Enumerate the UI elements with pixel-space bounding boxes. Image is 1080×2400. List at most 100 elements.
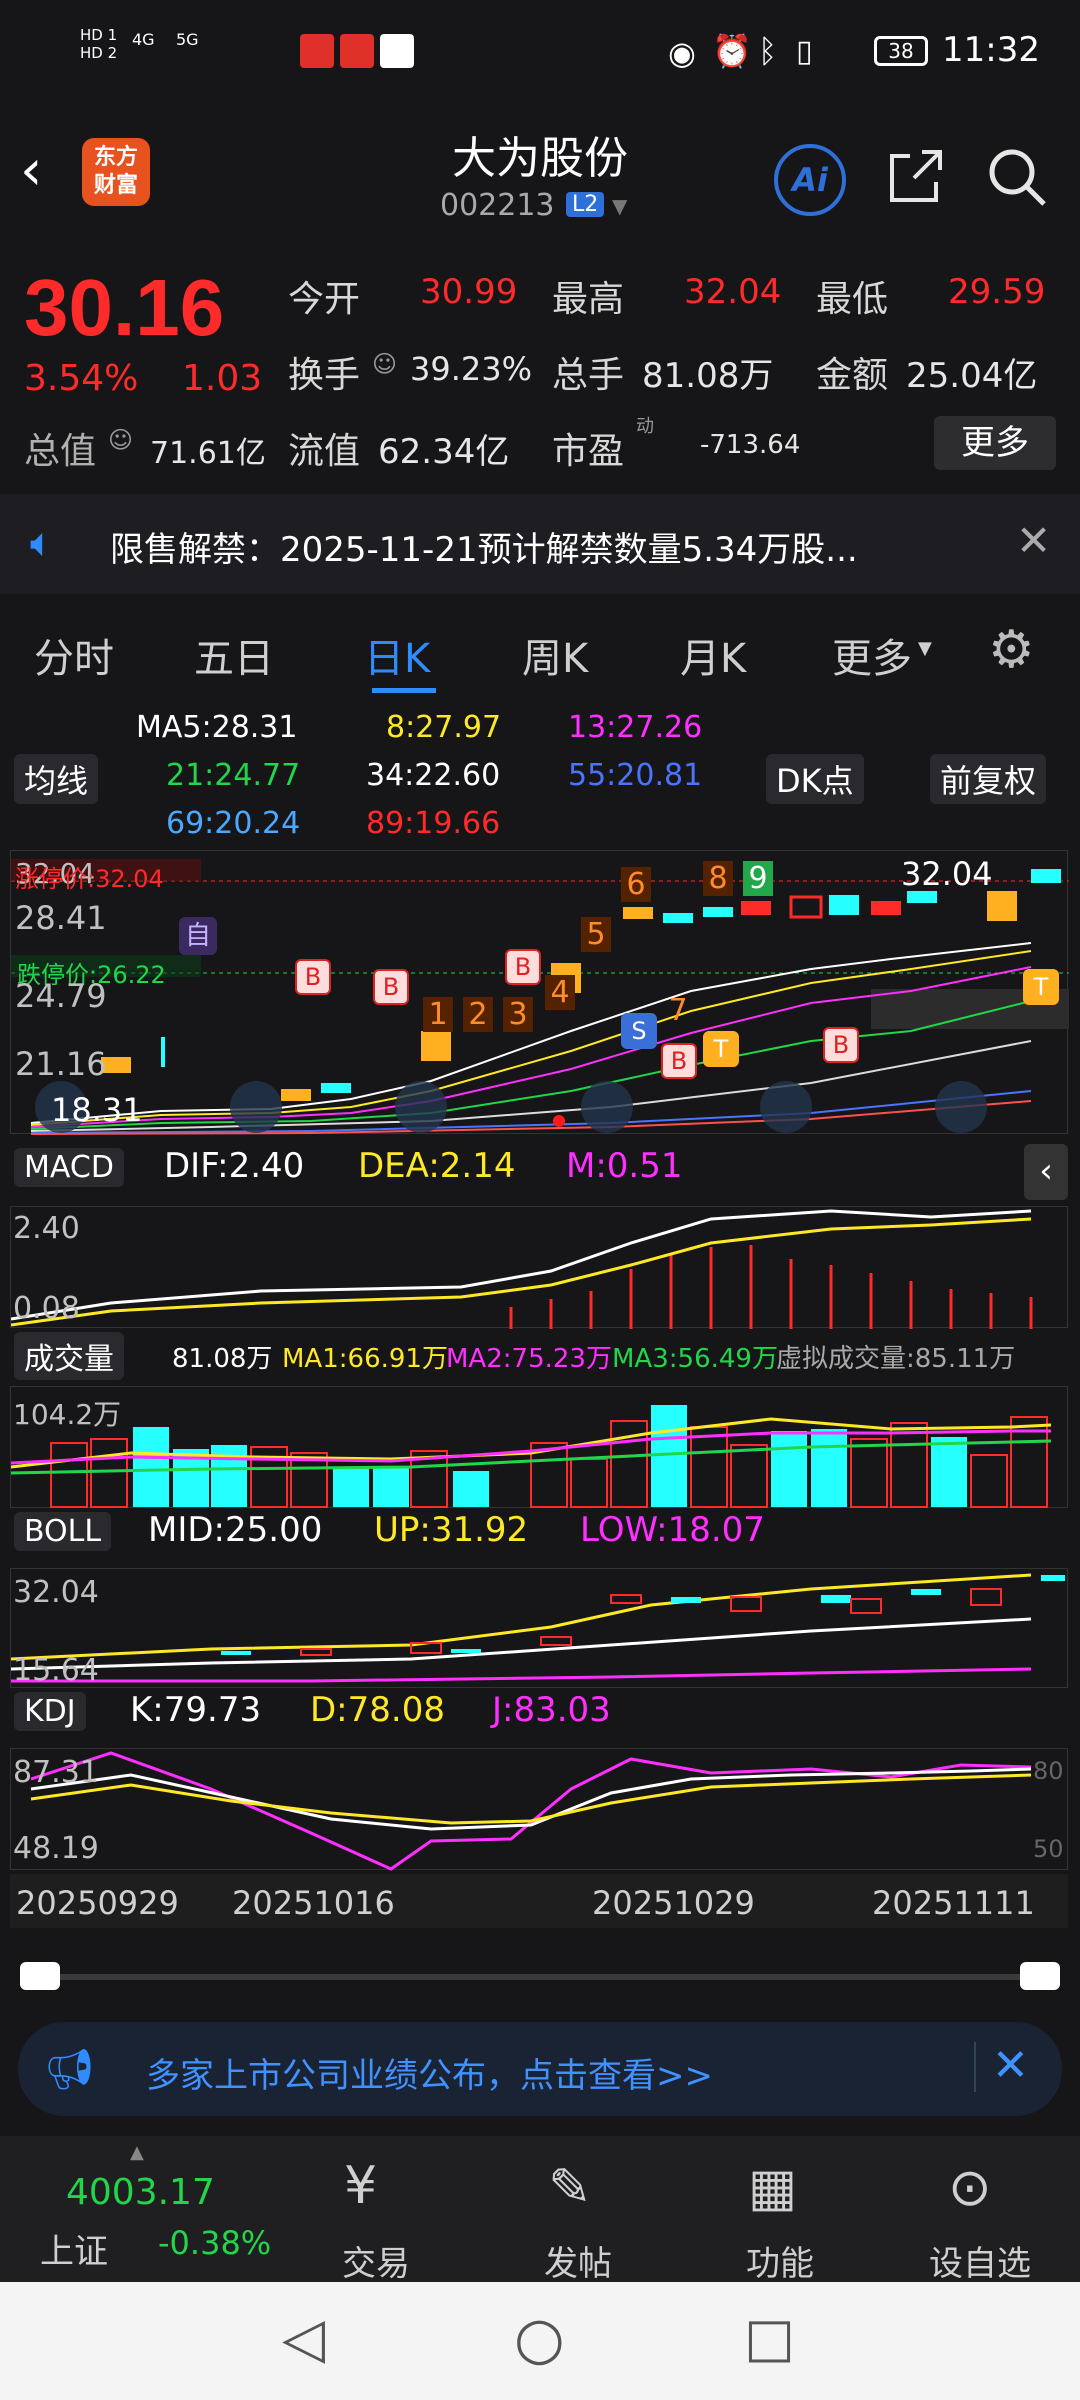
- amount-value: 25.04亿: [906, 356, 1038, 396]
- volume-y-top: 104.2万: [13, 1398, 122, 1431]
- recents-nav-icon[interactable]: □: [744, 2306, 795, 2369]
- tab-more[interactable]: 更多: [832, 626, 912, 684]
- tab-five-day[interactable]: 五日: [194, 626, 274, 684]
- range-slider-track: [20, 1974, 1060, 1980]
- ma-select[interactable]: 均线: [14, 754, 99, 804]
- volume-select[interactable]: 成交量: [14, 1332, 124, 1380]
- stock-code[interactable]: 002213: [440, 188, 555, 223]
- volume-chart[interactable]: 104.2万: [10, 1386, 1068, 1508]
- t-signal-marker[interactable]: T: [703, 1031, 739, 1067]
- nav-post[interactable]: 发帖: [498, 2236, 658, 2285]
- gear-icon[interactable]: ⚙: [988, 620, 1035, 680]
- sequence-marker-5: 5: [581, 917, 611, 952]
- nav-functions[interactable]: 功能: [700, 2236, 860, 2285]
- volume-value: 81.08万: [642, 356, 774, 396]
- ma34-value: 34:22.60: [366, 758, 501, 793]
- nav-trade[interactable]: 交易: [296, 2236, 456, 2285]
- back-nav-icon[interactable]: ◁: [282, 2306, 325, 2371]
- turnover-value: 39.23%: [410, 350, 533, 388]
- share-icon[interactable]: [886, 148, 944, 206]
- range-slider-left-handle[interactable]: [20, 1962, 60, 1990]
- chevron-down-icon[interactable]: ▼: [612, 194, 627, 218]
- low-value: 29.59: [948, 272, 1046, 312]
- ma55-value: 55:20.81: [568, 758, 703, 793]
- change-percent: 3.54%: [24, 358, 139, 399]
- tab-intraday[interactable]: 分时: [34, 626, 114, 684]
- more-button[interactable]: 更多: [934, 416, 1056, 470]
- clock: 11:32: [942, 30, 1040, 70]
- dk-point-button[interactable]: DK点: [766, 754, 864, 804]
- apps-icon: ▦: [748, 2158, 798, 2218]
- range-slider-right-handle[interactable]: [1020, 1962, 1060, 1990]
- stock-header: ‹ 东方 财富 大为股份 002213 L2 ▼ Ai: [0, 110, 1080, 240]
- info-icon[interactable]: ☺: [108, 426, 133, 454]
- volume-ma1: MA1:66.91万: [282, 1344, 448, 1374]
- bluetooth-icon: ᛒ: [758, 32, 778, 70]
- announcement-banner[interactable]: 📢︎ 多家上市公司业绩公布，点击查看>> ✕: [18, 2022, 1062, 2116]
- close-icon[interactable]: ✕: [992, 2040, 1029, 2091]
- close-icon[interactable]: ✕: [1016, 516, 1051, 565]
- boll-y-bottom: 15.64: [13, 1653, 99, 1688]
- buy-signal-marker[interactable]: B: [295, 959, 331, 995]
- nav-add-watchlist[interactable]: 设自选: [900, 2236, 1060, 2285]
- tab-daily-k[interactable]: 日K: [364, 626, 430, 684]
- info-icon[interactable]: ☺: [372, 350, 397, 378]
- signal-marker-self[interactable]: 自: [179, 917, 217, 955]
- search-icon[interactable]: [986, 146, 1048, 208]
- kline-chart-area: MA5:28.31 8:27.97 13:27.26 21:24.77 34:2…: [0, 700, 1080, 1990]
- macd-y-top: 2.40: [13, 1211, 80, 1246]
- sequence-marker-1: 1: [423, 997, 453, 1032]
- market-cap-label: 总值: [24, 431, 97, 472]
- y-label-2: 28.41: [15, 899, 107, 937]
- candlestick-chart[interactable]: 32.04 涨停价:32.04 28.41 跌停价:26.22 24.79 21…: [10, 850, 1069, 1135]
- high-price-marker: 32.04: [901, 855, 993, 893]
- turnover-label: 换手: [288, 355, 361, 396]
- t-signal-marker[interactable]: T: [1023, 969, 1059, 1005]
- boll-chart[interactable]: 32.04 15.64: [10, 1568, 1068, 1688]
- sim-indicator: HD 1 HD 2: [80, 26, 118, 62]
- volume-ma2: MA2:75.23万: [446, 1344, 612, 1374]
- candlestick-svg: [11, 859, 1069, 1135]
- kdj-ref-50: 50: [1033, 1835, 1064, 1863]
- ma5-value: MA5:28.31: [136, 710, 298, 745]
- buy-signal-marker[interactable]: B: [823, 1027, 859, 1063]
- boll-y-top: 32.04: [13, 1575, 99, 1610]
- kdj-ref-80: 80: [1033, 1757, 1064, 1785]
- banner-text: 多家上市公司业绩公布，点击查看>>: [146, 2056, 713, 2096]
- kdj-select[interactable]: KDJ: [14, 1692, 86, 1731]
- status-bar: HD 1 HD 2 4G 5G ◉ ⏰ ᛒ ▯ 38 11:32: [0, 0, 1080, 110]
- kdj-chart[interactable]: 87.31 48.19 80 50: [10, 1748, 1068, 1871]
- ma89-value: 89:19.66: [366, 806, 501, 841]
- home-nav-icon[interactable]: ○: [514, 2304, 565, 2372]
- macd-chart[interactable]: 2.40 0.08: [10, 1206, 1068, 1329]
- change-amount: 1.03: [182, 358, 263, 399]
- index-value[interactable]: 4003.17: [66, 2172, 215, 2213]
- lockup-notice[interactable]: 🔈︎ 限售解禁：2025-11-21预计解禁数量5.34万股... ✕: [0, 494, 1080, 594]
- pe-label: 市盈: [552, 431, 625, 472]
- virtual-volume: 虚拟成交量:85.11万: [776, 1344, 1016, 1374]
- tab-weekly-k[interactable]: 周K: [522, 626, 588, 684]
- date-label-3: 20251029: [592, 1884, 755, 1922]
- tab-monthly-k[interactable]: 月K: [680, 626, 746, 684]
- eye-icon: ◉: [668, 34, 696, 72]
- app-notification-icon: [300, 34, 334, 68]
- sequence-marker-9: 9: [743, 861, 773, 896]
- adjust-select[interactable]: 前复权: [930, 754, 1047, 804]
- ma69-value: 69:20.24: [166, 806, 301, 841]
- ai-icon[interactable]: Ai: [774, 144, 846, 216]
- buy-signal-marker[interactable]: B: [661, 1043, 697, 1079]
- app-notification-icon: [380, 34, 414, 68]
- amount-label: 金额: [816, 355, 889, 396]
- kdj-y-bottom: 48.19: [13, 1831, 99, 1866]
- notice-text: 限售解禁：2025-11-21预计解禁数量5.34万股...: [110, 530, 858, 570]
- megaphone-icon: 📢︎: [44, 2047, 95, 2093]
- buy-signal-marker[interactable]: B: [505, 949, 541, 985]
- boll-svg: [10, 1573, 1065, 1683]
- buy-signal-marker[interactable]: B: [373, 969, 409, 1005]
- date-label-1: 20250929: [16, 1884, 179, 1922]
- boll-select[interactable]: BOLL: [14, 1512, 112, 1551]
- collapse-arrow-icon[interactable]: ‹: [1024, 1144, 1068, 1200]
- y-label-4: 21.16: [15, 1045, 107, 1083]
- sell-signal-marker[interactable]: S: [621, 1013, 657, 1049]
- macd-select[interactable]: MACD: [14, 1148, 124, 1187]
